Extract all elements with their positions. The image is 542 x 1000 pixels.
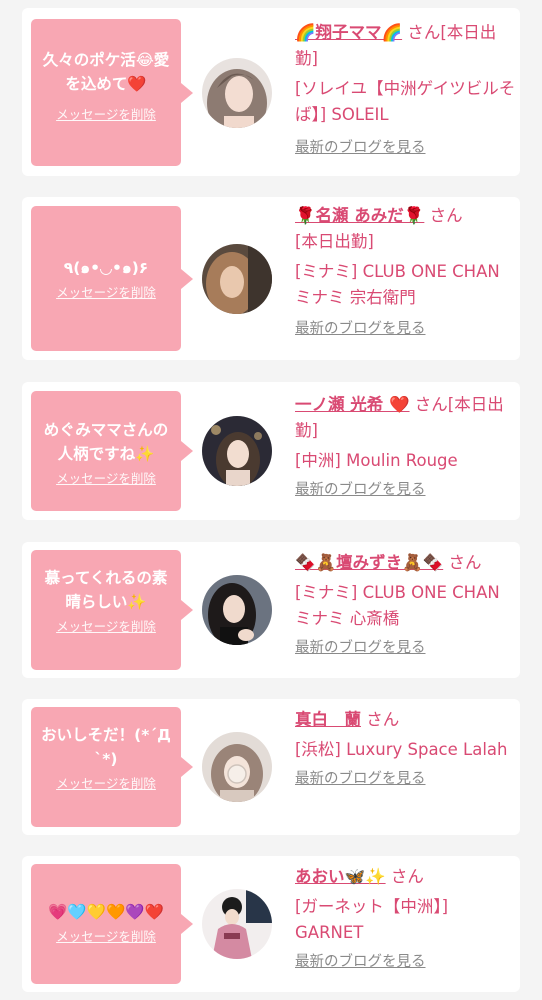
message-bubble[interactable]: 💗🩵💛🧡💜❤️ メッセージを削除 xyxy=(31,864,193,984)
message-bubble[interactable]: 久々のポケ活😂愛 を込めて❤️ メッセージを削除 xyxy=(31,19,193,166)
honorific: さん xyxy=(429,206,463,225)
delete-message-link[interactable]: メッセージを削除 xyxy=(56,468,156,487)
message-text: 💗🩵💛🧡💜❤️ xyxy=(48,903,164,921)
honorific: さん xyxy=(366,710,400,729)
avatar[interactable] xyxy=(202,732,272,802)
cast-name-link[interactable]: 🍫🧸壇みずき🧸🍫 xyxy=(295,553,443,572)
honorific: さん xyxy=(448,553,482,572)
cast-name-link[interactable]: あおい🦋✨ xyxy=(295,867,386,886)
avatar[interactable] xyxy=(202,244,272,314)
cast-info: あおい🦋✨ さん [ガーネット【中洲】] GARNET 最新のブログを見る xyxy=(295,864,517,971)
message-bubble[interactable]: おいしそだ！(*´Д `*) メッセージを削除 xyxy=(31,707,193,827)
shop-name: [ミナミ] CLUB ONE CHAN ミナミ 心斎橋 xyxy=(295,583,500,628)
blog-link[interactable]: 最新のブログを見る xyxy=(295,950,426,971)
cast-info: 🌈翔子ママ🌈 さん[本日出勤] [ソレイユ【中洲ゲイツビルそば】] SOLEIL… xyxy=(295,20,517,157)
shop-name: [ガーネット【中洲】] GARNET xyxy=(295,897,449,942)
message-text: 久々のポケ活😂愛 を込めて❤️ xyxy=(42,51,170,93)
delete-message-link[interactable]: メッセージを削除 xyxy=(56,926,156,945)
cast-info: 🌹名瀬 あみだ🌹 さん [本日出勤] [ミナミ] CLUB ONE CHAN ミ… xyxy=(295,203,517,338)
cast-name-link[interactable]: 一ノ瀬 光希 ❤️ xyxy=(295,395,410,414)
avatar[interactable] xyxy=(202,889,272,959)
cast-name-link[interactable]: 🌈翔子ママ🌈 xyxy=(295,23,402,42)
message-card: 💗🩵💛🧡💜❤️ メッセージを削除 あおい🦋✨ さん [ガーネット【中洲】] GA… xyxy=(22,856,520,992)
delete-message-link[interactable]: メッセージを削除 xyxy=(56,282,156,301)
honorific: さん xyxy=(407,23,441,42)
message-card: ٩(๑•◡•๑)۶ メッセージを削除 🌹名瀬 あみだ🌹 さん [本日出勤] [ミ… xyxy=(22,197,520,360)
message-bubble[interactable]: 慕ってくれるの素 晴らしい✨ メッセージを削除 xyxy=(31,550,193,670)
cast-name-link[interactable]: 🌹名瀬 あみだ🌹 xyxy=(295,206,424,225)
avatar[interactable] xyxy=(202,58,272,128)
blog-link[interactable]: 最新のブログを見る xyxy=(295,317,426,338)
cast-info: 一ノ瀬 光希 ❤️ さん[本日出勤] [中洲] Moulin Rouge 最新の… xyxy=(295,392,517,499)
message-bubble[interactable]: ٩(๑•◡•๑)۶ メッセージを削除 xyxy=(31,206,193,351)
message-card: 久々のポケ活😂愛 を込めて❤️ メッセージを削除 🌈翔子ママ🌈 さん[本日出勤]… xyxy=(22,8,520,176)
honorific: さん xyxy=(390,867,424,886)
cast-info: 真白 蘭 さん [浜松] Luxury Space Lalah 最新のブログを見… xyxy=(295,707,517,788)
shop-name: [ソレイユ【中洲ゲイツビルそば】] SOLEIL xyxy=(295,79,516,124)
message-text: おいしそだ！(*´Д `*) xyxy=(41,726,171,768)
avatar[interactable] xyxy=(202,416,272,486)
message-bubble[interactable]: めぐみママさんの 人柄ですね✨ メッセージを削除 xyxy=(31,391,193,511)
work-status: [本日出勤] xyxy=(295,232,374,251)
blog-link[interactable]: 最新のブログを見る xyxy=(295,767,426,788)
avatar[interactable] xyxy=(202,575,272,645)
shop-name: [浜松] Luxury Space Lalah xyxy=(295,740,508,759)
blog-link[interactable]: 最新のブログを見る xyxy=(295,636,426,657)
message-text: 慕ってくれるの素 晴らしい✨ xyxy=(44,569,168,611)
shop-name: [中洲] Moulin Rouge xyxy=(295,451,458,470)
delete-message-link[interactable]: メッセージを削除 xyxy=(56,616,156,635)
message-card: 慕ってくれるの素 晴らしい✨ メッセージを削除 🍫🧸壇みずき🧸🍫 さん [ミナミ… xyxy=(22,542,520,678)
shop-name: [ミナミ] CLUB ONE CHAN ミナミ 宗右衛門 xyxy=(295,262,500,307)
cast-info: 🍫🧸壇みずき🧸🍫 さん [ミナミ] CLUB ONE CHAN ミナミ 心斎橋 … xyxy=(295,550,517,657)
message-text: めぐみママさんの 人柄ですね✨ xyxy=(43,421,169,463)
message-card: おいしそだ！(*´Д `*) メッセージを削除 真白 蘭 さん [浜松] Lux… xyxy=(22,699,520,835)
message-card: めぐみママさんの 人柄ですね✨ メッセージを削除 一ノ瀬 光希 ❤️ さん[本日… xyxy=(22,382,520,520)
blog-link[interactable]: 最新のブログを見る xyxy=(295,136,426,157)
blog-link[interactable]: 最新のブログを見る xyxy=(295,478,426,499)
honorific: さん xyxy=(414,395,448,414)
delete-message-link[interactable]: メッセージを削除 xyxy=(56,773,156,792)
cast-name-link[interactable]: 真白 蘭 xyxy=(295,710,361,729)
message-text: ٩(๑•◡•๑)۶ xyxy=(63,259,149,277)
delete-message-link[interactable]: メッセージを削除 xyxy=(56,104,156,123)
